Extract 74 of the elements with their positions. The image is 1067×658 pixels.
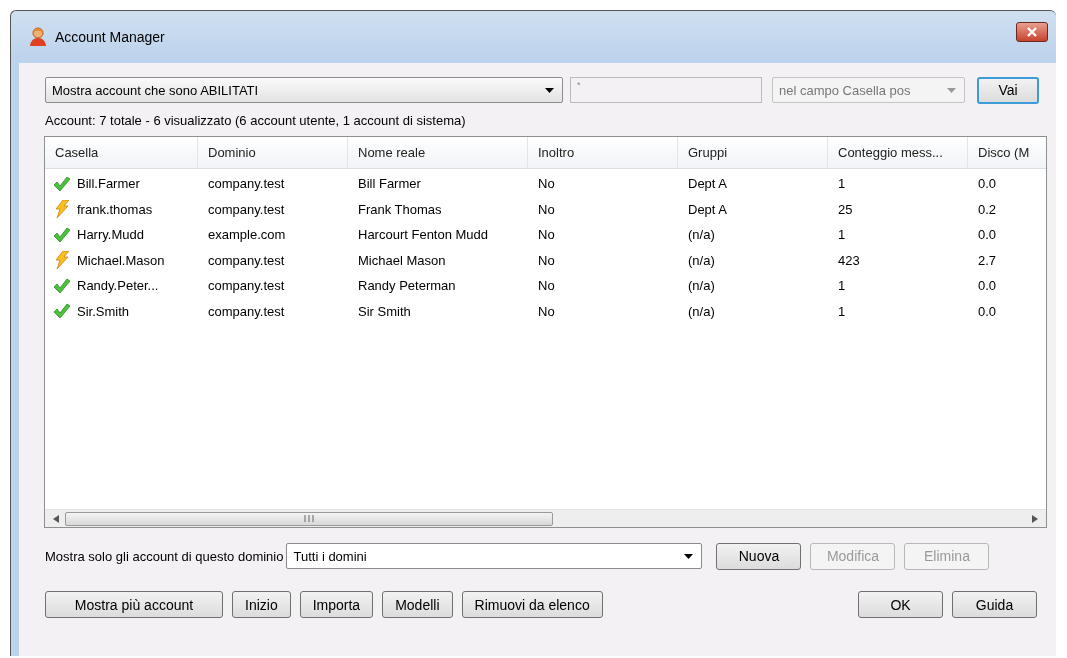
table-cell: Dept A	[688, 201, 728, 217]
table-cell: company.test	[208, 176, 285, 192]
account-summary: Account: 7 totale - 6 visualizzato (6 account utente, 1 account di sistema)	[45, 113, 467, 128]
table-cell: (n/a)	[688, 227, 715, 243]
mailbox-cell: frank.thomas	[77, 201, 153, 217]
left-arrow-icon[interactable]	[53, 514, 59, 523]
dropdown-arrow-icon	[684, 553, 694, 559]
table-cell: No	[538, 278, 555, 294]
field-dropdown[interactable]: nel campo Casella pos	[772, 77, 965, 103]
table-cell: 0.0	[978, 303, 997, 319]
go-button[interactable]: Vai	[977, 76, 1039, 104]
table-cell: Michael Mason	[358, 252, 446, 268]
column-header[interactable]: Casella	[45, 137, 198, 168]
dropdown-arrow-icon	[947, 87, 956, 93]
table-cell: company.test	[208, 252, 285, 268]
window-title: Account Manager	[55, 29, 165, 45]
action-button[interactable]: Inizio	[232, 591, 291, 618]
action-button[interactable]: Modelli	[382, 591, 453, 618]
right-arrow-icon[interactable]	[1032, 514, 1038, 523]
table-cell: No	[538, 176, 555, 192]
table-cell: 25	[838, 201, 853, 217]
action-button[interactable]: Importa	[299, 591, 374, 618]
mailbox-cell: Sir.Smith	[77, 303, 129, 319]
table-cell: company.test	[208, 201, 285, 217]
scrollbar-thumb[interactable]	[65, 511, 553, 526]
table-cell: (n/a)	[688, 252, 715, 268]
horizontal-scrollbar[interactable]	[45, 509, 1046, 527]
table-cell: 1	[838, 227, 846, 243]
table-cell: No	[538, 303, 555, 319]
table-cell: Dept A	[688, 176, 728, 192]
dialog-button[interactable]: Guida	[952, 591, 1037, 618]
table-cell: No	[538, 201, 555, 217]
table-cell: No	[538, 252, 555, 268]
mailbox-cell: Bill.Farmer	[77, 176, 140, 192]
table-cell: 0.2	[978, 201, 997, 217]
mailbox-cell: Harry.Mudd	[77, 227, 144, 243]
table-cell: company.test	[208, 278, 285, 294]
table-cell: (n/a)	[688, 278, 715, 294]
column-header[interactable]: Disco (M	[968, 137, 1046, 168]
action-button[interactable]: Rimuovi da elenco	[461, 591, 603, 618]
action-button[interactable]: Nuova	[716, 542, 802, 570]
column-header[interactable]: Gruppi	[678, 137, 828, 168]
table-cell: 1	[838, 176, 846, 192]
close-icon	[1026, 27, 1038, 37]
filter-dropdown[interactable]: Mostra account che sono ABILITATI	[45, 77, 563, 103]
table-cell: Bill Farmer	[358, 176, 421, 192]
column-header[interactable]: Inoltro	[528, 137, 678, 168]
table-cell: Frank Thomas	[358, 201, 442, 217]
table-cell: 423	[838, 252, 860, 268]
dialog-button[interactable]: OK	[858, 591, 943, 618]
column-header[interactable]: Dominio	[198, 137, 348, 168]
table-cell: (n/a)	[688, 303, 715, 319]
table-cell: 2.7	[978, 252, 997, 268]
domain-dropdown[interactable]: Tutti i domini	[286, 543, 703, 569]
mailbox-cell: Michael.Mason	[77, 252, 165, 268]
column-header[interactable]: Conteggio mess...	[828, 137, 968, 168]
column-header[interactable]: Nome reale	[348, 137, 528, 168]
table-cell: Randy Peterman	[358, 278, 456, 294]
table-cell: No	[538, 227, 555, 243]
table-cell: example.com	[208, 227, 286, 243]
table-cell: Harcourt Fenton Mudd	[358, 227, 489, 243]
close-button[interactable]	[1016, 22, 1048, 42]
table-cell: 0.0	[978, 278, 997, 294]
table-cell: company.test	[208, 303, 285, 319]
dropdown-arrow-icon	[545, 87, 554, 93]
domain-label: Mostra solo gli account di questo dominio	[45, 548, 284, 564]
table-cell: 0.0	[978, 227, 997, 243]
table-cell: Sir Smith	[358, 303, 411, 319]
person-icon	[29, 27, 47, 47]
mailbox-cell: Randy.Peter...	[77, 278, 159, 294]
table-cell: 0.0	[978, 176, 997, 192]
table-cell: 1	[838, 278, 846, 294]
table-cell: 1	[838, 303, 846, 319]
action-button[interactable]: Mostra più account	[45, 591, 223, 618]
